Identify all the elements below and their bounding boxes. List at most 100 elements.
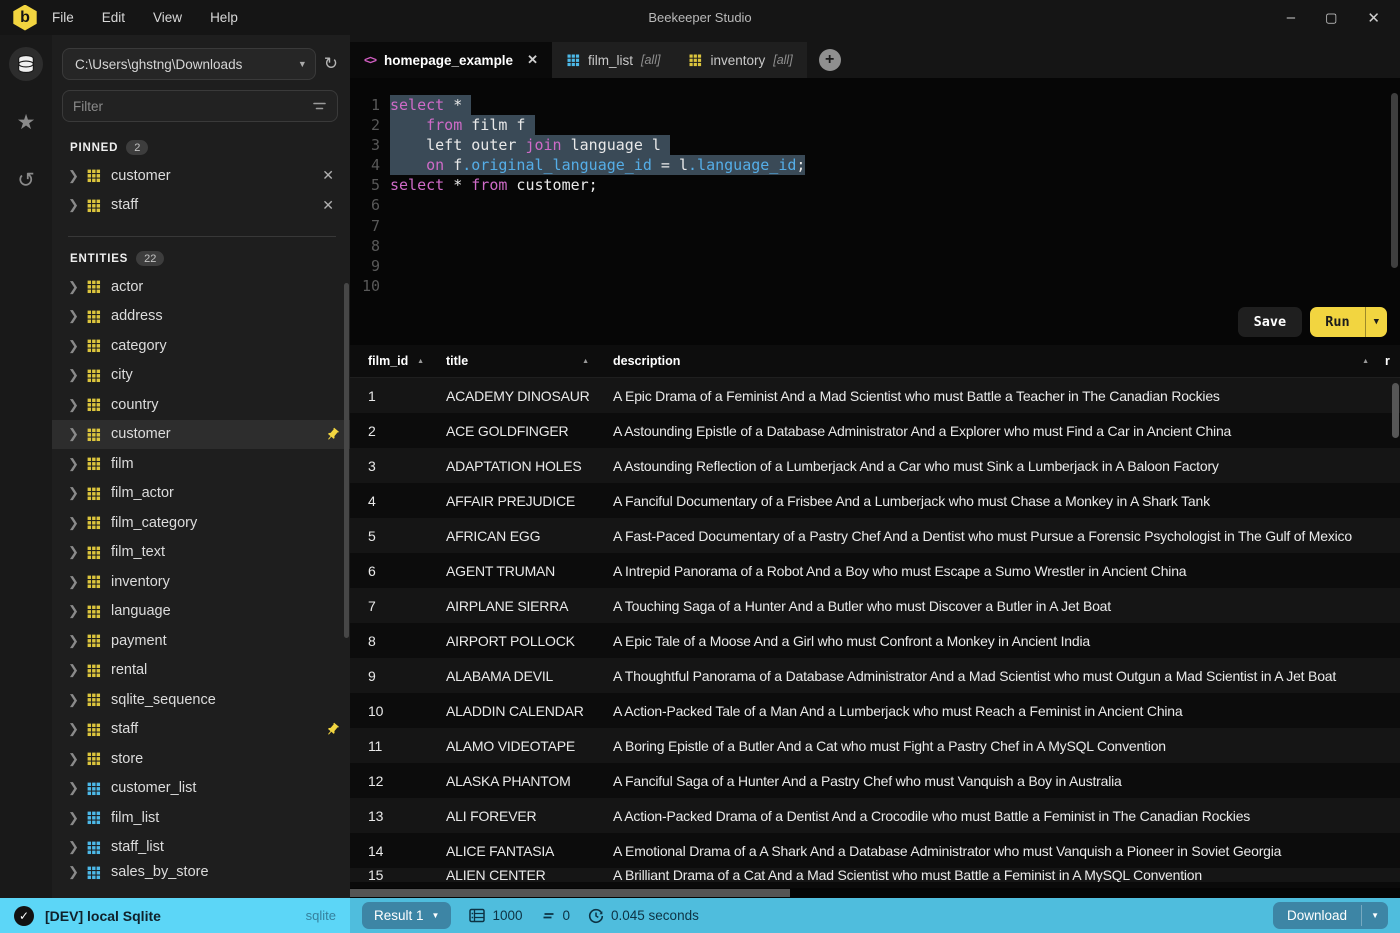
entity-item-sales_by_store[interactable]: ❯ sales_by_store — [52, 862, 350, 882]
chevron-right-icon[interactable]: ❯ — [68, 603, 86, 619]
table-row[interactable]: 4 AFFAIR PREJUDICE A Fanciful Documentary … — [350, 483, 1400, 518]
filter-input[interactable] — [73, 98, 312, 114]
chevron-right-icon[interactable]: ❯ — [68, 456, 86, 472]
close-button[interactable]: ✕ — [1367, 9, 1380, 27]
chevron-right-icon[interactable]: ❯ — [68, 308, 86, 324]
entity-item-sqlite_sequence[interactable]: ❯ sqlite_sequence — [52, 685, 350, 715]
entity-item-staff_list[interactable]: ❯ staff_list — [52, 833, 350, 863]
menu-help[interactable]: Help — [210, 10, 238, 25]
chevron-right-icon[interactable]: ❯ — [68, 633, 86, 649]
editor-scrollbar[interactable] — [1391, 93, 1398, 268]
download-options-dropdown[interactable]: ▼ — [1361, 905, 1388, 926]
menu-edit[interactable]: Edit — [102, 10, 125, 25]
run-options-dropdown[interactable]: ▼ — [1364, 307, 1387, 337]
entity-item-payment[interactable]: ❯ payment — [52, 626, 350, 656]
menu-view[interactable]: View — [153, 10, 182, 25]
results-vscrollbar[interactable] — [1392, 383, 1399, 438]
chevron-right-icon[interactable]: ❯ — [68, 810, 86, 826]
entity-item-actor[interactable]: ❯ actor — [52, 272, 350, 302]
tab-inventory[interactable]: inventory [all] — [674, 42, 807, 78]
entity-item-film_list[interactable]: ❯ film_list — [52, 803, 350, 833]
entity-item-film_category[interactable]: ❯ film_category — [52, 508, 350, 538]
tab-film_list[interactable]: film_list [all] — [551, 42, 675, 78]
refresh-icon[interactable]: ↻ — [324, 54, 338, 74]
chevron-right-icon[interactable]: ❯ — [68, 338, 86, 354]
history-panel-button[interactable]: ↺ — [9, 163, 43, 197]
table-row[interactable]: 13 ALI FOREVER A Action-Packed Drama of a … — [350, 798, 1400, 833]
sort-arrow-icon[interactable]: ▲ — [582, 358, 595, 365]
sort-arrow-icon[interactable]: ▲ — [417, 358, 430, 365]
chevron-right-icon[interactable]: ❯ — [68, 544, 86, 560]
entity-item-store[interactable]: ❯ store — [52, 744, 350, 774]
tables-panel-button[interactable] — [9, 47, 43, 81]
result-selector-button[interactable]: Result 1 ▼ — [362, 902, 452, 929]
table-row[interactable]: 5 AFRICAN EGG A Fast-Paced Documentary of … — [350, 518, 1400, 553]
table-row[interactable]: 15 ALIEN CENTER A Brilliant Drama of a Cat… — [350, 868, 1400, 882]
chevron-right-icon[interactable]: ❯ — [68, 485, 86, 501]
entity-item-customer_list[interactable]: ❯ customer_list — [52, 774, 350, 804]
connection-status[interactable]: ✓ [DEV] local Sqlite sqlite — [0, 898, 350, 933]
entity-item-film[interactable]: ❯ film — [52, 449, 350, 479]
table-row[interactable]: 7 AIRPLANE SIERRA A Touching Saga of a Hun… — [350, 588, 1400, 623]
chevron-right-icon[interactable]: ❯ — [68, 197, 86, 213]
table-row[interactable]: 8 AIRPORT POLLOCK A Epic Tale of a Moose A… — [350, 623, 1400, 658]
table-row[interactable]: 12 ALASKA PHANTOM A Fanciful Saga of a Hun… — [350, 763, 1400, 798]
table-row[interactable]: 14 ALICE FANTASIA A Emotional Drama of a A… — [350, 833, 1400, 868]
chevron-right-icon[interactable]: ❯ — [68, 864, 86, 880]
save-button[interactable]: Save — [1237, 307, 1303, 337]
chevron-right-icon[interactable]: ❯ — [68, 751, 86, 767]
pinned-item-staff[interactable]: ❯ staff ✕ — [52, 191, 350, 221]
run-button[interactable]: Run — [1310, 307, 1364, 337]
chevron-right-icon[interactable]: ❯ — [68, 574, 86, 590]
column-header-title[interactable]: title ▲ — [430, 354, 595, 368]
pinned-item-customer[interactable]: ❯ customer ✕ — [52, 161, 350, 191]
entity-item-category[interactable]: ❯ category — [52, 331, 350, 361]
database-selector[interactable]: C:\Users\ghstng\Downloads ▼ — [62, 48, 316, 80]
maximize-button[interactable]: ▢ — [1325, 10, 1337, 26]
tab-close-icon[interactable]: ✕ — [527, 52, 538, 68]
new-tab-button[interactable]: + — [818, 49, 841, 71]
unpin-close-icon[interactable]: ✕ — [316, 197, 340, 214]
column-header-description[interactable]: description ▲ — [595, 354, 1375, 368]
results-hscrollbar[interactable] — [350, 889, 790, 897]
table-row[interactable]: 2 ACE GOLDFINGER A Astounding Epistle of a… — [350, 413, 1400, 448]
chevron-right-icon[interactable]: ❯ — [68, 515, 86, 531]
sql-editor[interactable]: 1 select * 2 from film f 3 left outer joi… — [350, 78, 1400, 345]
table-row[interactable]: 6 AGENT TRUMAN A Intrepid Panorama of a Ro… — [350, 553, 1400, 588]
table-row[interactable]: 9 ALABAMA DEVIL A Thoughtful Panorama of a… — [350, 658, 1400, 693]
tab-homepage_example[interactable]: <> homepage_example ✕ — [350, 42, 552, 78]
chevron-right-icon[interactable]: ❯ — [68, 397, 86, 413]
favorites-panel-button[interactable]: ★ — [9, 105, 43, 139]
entity-item-customer[interactable]: ❯ customer — [52, 419, 350, 449]
table-row[interactable]: 3 ADAPTATION HOLES A Astounding Reflection… — [350, 448, 1400, 483]
entity-item-staff[interactable]: ❯ staff — [52, 715, 350, 745]
entity-item-country[interactable]: ❯ country — [52, 390, 350, 420]
table-row[interactable]: 1 ACADEMY DINOSAUR A Epic Drama of a Femin… — [350, 378, 1400, 413]
chevron-right-icon[interactable]: ❯ — [68, 692, 86, 708]
sidebar-scrollbar[interactable] — [344, 283, 349, 638]
chevron-right-icon[interactable]: ❯ — [68, 426, 86, 442]
download-button[interactable]: Download — [1273, 902, 1361, 929]
unpin-close-icon[interactable]: ✕ — [316, 167, 340, 184]
column-header-film_id[interactable]: film_id ▲ — [350, 354, 430, 368]
table-row[interactable]: 10 ALADDIN CALENDAR A Action-Packed Tale o… — [350, 693, 1400, 728]
chevron-right-icon[interactable]: ❯ — [68, 279, 86, 295]
chevron-right-icon[interactable]: ❯ — [68, 839, 86, 855]
table-row[interactable]: 11 ALAMO VIDEOTAPE A Boring Epistle of a B… — [350, 728, 1400, 763]
entity-item-address[interactable]: ❯ address — [52, 302, 350, 332]
chevron-right-icon[interactable]: ❯ — [68, 367, 86, 383]
menu-file[interactable]: File — [52, 10, 74, 25]
sort-arrow-icon[interactable]: ▲ — [1362, 358, 1375, 365]
entity-item-language[interactable]: ❯ language — [52, 597, 350, 627]
minimize-button[interactable]: – — [1287, 9, 1295, 26]
entity-item-inventory[interactable]: ❯ inventory — [52, 567, 350, 597]
entity-item-city[interactable]: ❯ city — [52, 361, 350, 391]
entity-item-film_actor[interactable]: ❯ film_actor — [52, 479, 350, 509]
chevron-right-icon[interactable]: ❯ — [68, 780, 86, 796]
chevron-right-icon[interactable]: ❯ — [68, 721, 86, 737]
entity-item-rental[interactable]: ❯ rental — [52, 656, 350, 686]
entity-item-film_text[interactable]: ❯ film_text — [52, 538, 350, 568]
chevron-right-icon[interactable]: ❯ — [68, 662, 86, 678]
column-header-r[interactable]: r — [1375, 354, 1400, 368]
chevron-right-icon[interactable]: ❯ — [68, 168, 86, 184]
